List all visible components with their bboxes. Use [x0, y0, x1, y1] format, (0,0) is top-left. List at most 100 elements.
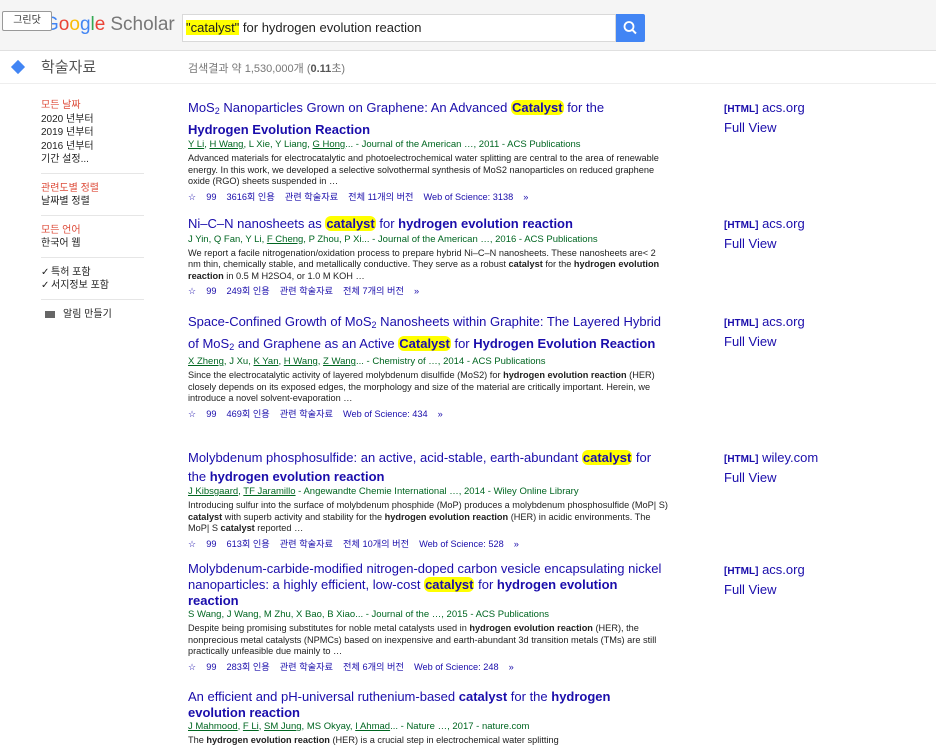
cited-by-link[interactable]: 613회 인용 [226, 539, 269, 549]
result-authors: S Wang, J Wang, M Zhu, X Bao, B Xiao... … [188, 609, 549, 620]
author-link[interactable]: G Hong [312, 139, 345, 150]
result-title[interactable]: An efficient and pH-universal ruthenium-… [188, 689, 668, 721]
title-text: for the [507, 689, 552, 704]
cited-by-link[interactable]: 249회 인용 [226, 286, 269, 296]
cite-quote-icon[interactable]: 99 [206, 539, 216, 549]
logo-letter: g [79, 14, 91, 35]
snippet-bold: catalyst [220, 523, 255, 534]
include-options: ✓ 특허 포함 ✓ 서지정보 포함 [41, 266, 144, 300]
sidebar-item-since-2016[interactable]: 2016 년부터 [41, 140, 144, 154]
count-time: 0.11 [310, 63, 332, 75]
author-link[interactable]: X Zheng [188, 356, 224, 367]
sidebar-item-any-time[interactable]: 모든 날짜 [41, 99, 144, 113]
save-star-icon[interactable]: ☆ [188, 409, 196, 419]
author-link[interactable]: J Kibsgaard [188, 486, 238, 497]
wos-link[interactable]: Web of Science: 248 [414, 662, 499, 672]
sidebar-item-any-language[interactable]: 모든 언어 [41, 224, 144, 238]
logo-letter: o [58, 14, 70, 35]
cited-by-link[interactable]: 283회 인용 [226, 662, 269, 672]
full-view-link[interactable]: Full View [724, 582, 777, 597]
full-view-link[interactable]: Full View [724, 120, 777, 135]
author-link[interactable]: K Yan [254, 356, 279, 367]
result-actions: ☆ 99 613회 인용 관련 학술자료 전체 10개의 버전 Web of Scienc… [188, 538, 668, 550]
sort-filter: 관련도별 정렬 날짜별 정렬 [41, 182, 144, 216]
sidebar-item-sort-relevance[interactable]: 관련도별 정렬 [41, 182, 144, 196]
include-citations-checkbox[interactable]: ✓ 서지정보 포함 [41, 279, 144, 293]
sidebar-item-since-2020[interactable]: 2020 년부터 [41, 113, 144, 127]
envelope-icon [45, 310, 55, 318]
related-link[interactable]: 관련 학술자료 [280, 662, 333, 672]
versions-link[interactable]: 전체 10개의 버전 [343, 539, 409, 549]
full-text-link[interactable]: [HTML] acs.org Full View [724, 215, 874, 253]
related-link[interactable]: 관련 학술자료 [280, 286, 333, 296]
author-link[interactable]: F Cheng [267, 234, 303, 245]
title-text: and Graphene as an Active [234, 335, 399, 351]
site-name: acs.org [762, 100, 805, 115]
more-chevron-icon[interactable]: » [438, 409, 443, 419]
more-chevron-icon[interactable]: » [523, 192, 528, 202]
count-prefix: 검색결과 약 1,530,000개 ( [188, 63, 311, 75]
save-star-icon[interactable]: ☆ [188, 286, 196, 296]
sidebar-item-custom-range[interactable]: 기간 설정... [41, 153, 144, 167]
author-link[interactable]: TF Jaramillo [243, 486, 295, 497]
search-button[interactable] [616, 14, 645, 42]
save-star-icon[interactable]: ☆ [188, 539, 196, 549]
sidebar-item-korean[interactable]: 한국어 웹 [41, 237, 144, 251]
more-chevron-icon[interactable]: » [514, 539, 519, 549]
more-chevron-icon[interactable]: » [414, 286, 419, 296]
cited-by-link[interactable]: 469회 인용 [226, 409, 269, 419]
site-name: acs.org [762, 562, 805, 577]
save-star-icon[interactable]: ☆ [188, 192, 196, 202]
full-text-link[interactable]: [HTML] acs.org Full View [724, 313, 874, 351]
title-text: Space-Confined Growth of MoS [188, 314, 372, 329]
cite-quote-icon[interactable]: 99 [206, 286, 216, 296]
full-view-link[interactable]: Full View [724, 236, 777, 251]
author-link[interactable]: F Li [243, 721, 259, 732]
author-link[interactable]: SM Jung [264, 721, 302, 732]
result-item: Ni–C–N nanosheets as catalyst for hydrog… [188, 215, 668, 297]
author-link[interactable]: J Mahmood [188, 721, 238, 732]
cite-quote-icon[interactable]: 99 [206, 662, 216, 672]
related-link[interactable]: 관련 학술자료 [280, 409, 333, 419]
html-tag: [HTML] [724, 318, 759, 329]
wos-link[interactable]: Web of Science: 528 [419, 539, 504, 549]
snippet-text: Introducing sulfur into the surface of m… [188, 500, 668, 510]
result-snippet: Since the electrocatalytic activity of l… [188, 370, 668, 405]
full-text-link[interactable]: [HTML] wiley.com Full View [724, 449, 874, 487]
save-star-icon[interactable]: ☆ [188, 662, 196, 672]
sidebar-item-sort-date[interactable]: 날짜별 정렬 [41, 195, 144, 209]
cite-quote-icon[interactable]: 99 [206, 409, 216, 419]
author-link[interactable]: Z Wang [323, 356, 356, 367]
result-title[interactable]: Molybdenum-carbide-modified nitrogen-dop… [188, 561, 668, 609]
versions-link[interactable]: 전체 7개의 버전 [343, 286, 404, 296]
wos-link[interactable]: Web of Science: 3138 [423, 192, 513, 202]
result-title[interactable]: Molybdenum phosphosulfide: an active, ac… [188, 449, 668, 486]
result-title[interactable]: Space-Confined Growth of MoS2 Nanosheets… [188, 313, 668, 356]
snippet-bold: catalyst [188, 511, 223, 522]
scholar-logo[interactable]: GoogleScholar [44, 13, 175, 37]
snap-badge[interactable]: 그린닷 [2, 11, 52, 31]
cited-by-link[interactable]: 3616회 인용 [226, 192, 274, 202]
result-title[interactable]: Ni–C–N nanosheets as catalyst for hydrog… [188, 215, 668, 234]
author-link[interactable]: Y Li [188, 139, 204, 150]
more-chevron-icon[interactable]: » [509, 662, 514, 672]
create-alert-link[interactable]: 알림 만들기 [41, 308, 144, 322]
versions-link[interactable]: 전체 6개의 버전 [343, 662, 404, 672]
sidebar-item-since-2019[interactable]: 2019 년부터 [41, 126, 144, 140]
related-link[interactable]: 관련 학술자료 [285, 192, 338, 202]
full-text-link[interactable]: [HTML] acs.org Full View [724, 561, 874, 599]
related-link[interactable]: 관련 학술자료 [280, 539, 333, 549]
cite-quote-icon[interactable]: 99 [206, 192, 216, 202]
versions-link[interactable]: 전체 11개의 버전 [348, 192, 413, 202]
include-patents-checkbox[interactable]: ✓ 특허 포함 [41, 266, 144, 280]
author-link[interactable]: I Ahmad [355, 721, 390, 732]
wos-link[interactable]: Web of Science: 434 [343, 409, 428, 419]
sub-header [0, 52, 936, 84]
search-input[interactable]: "catalyst" for hydrogen evolution reacti… [182, 14, 616, 42]
author-link[interactable]: H Wang [209, 139, 243, 150]
full-text-link[interactable]: [HTML] acs.org Full View [724, 99, 874, 137]
full-view-link[interactable]: Full View [724, 470, 777, 485]
author-link[interactable]: H Wang [284, 356, 318, 367]
result-title[interactable]: MoS2 Nanoparticles Grown on Graphene: An… [188, 99, 668, 139]
full-view-link[interactable]: Full View [724, 334, 777, 349]
